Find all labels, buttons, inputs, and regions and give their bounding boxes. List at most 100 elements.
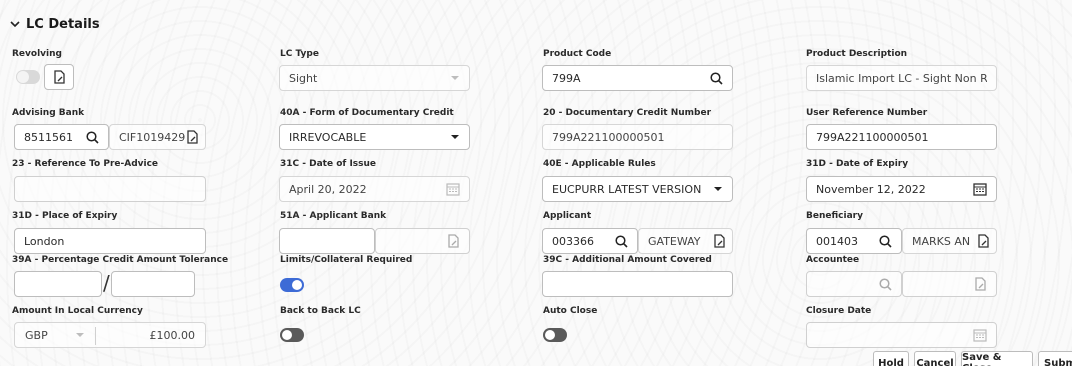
search-icon[interactable]: [86, 130, 99, 144]
product-code-value: 799A: [552, 71, 581, 85]
place-of-expiry-value: London: [24, 234, 65, 248]
auto-close-label: Auto Close: [543, 306, 598, 316]
beneficiary-code-value: 001403: [816, 234, 858, 248]
beneficiary-name: MARKS AN: [902, 228, 997, 254]
lc-type-value: Sight: [289, 71, 318, 85]
applicant-bank-label: 51A - Applicant Bank: [280, 211, 387, 221]
applicant-code-input[interactable]: 003366: [542, 228, 638, 254]
lc-type-select[interactable]: Sight: [279, 65, 470, 91]
place-of-expiry-label: 31D - Place of Expiry: [12, 211, 118, 221]
date-of-issue-label: 31C - Date of Issue: [280, 159, 377, 169]
place-of-expiry-input[interactable]: London: [14, 228, 206, 254]
amount-value: £100.00: [149, 328, 196, 342]
form-of-credit-label: 40A - Form of Documentary Credit: [280, 108, 454, 118]
search-icon[interactable]: [710, 71, 723, 85]
beneficiary-name-value: MARKS AN: [912, 234, 971, 248]
date-of-expiry-label: 31D - Date of Expiry: [806, 159, 909, 169]
advising-bank-name-value: CIF1019429: [119, 130, 186, 144]
chevron-down-icon: [713, 186, 723, 192]
amount-local-label: Amount In Local Currency: [12, 306, 143, 316]
doc-credit-number-value: 799A221100000501: [552, 130, 665, 144]
advising-bank-code-value: 8511561: [24, 130, 73, 144]
lookup-icon[interactable]: [713, 234, 726, 248]
product-description-input: Islamic Import LC - Sight Non Revolv: [806, 65, 997, 91]
accountee-name: [902, 271, 997, 297]
user-reference-input[interactable]: 799A221100000501: [806, 124, 997, 150]
product-code-label: Product Code: [543, 49, 612, 59]
date-of-issue-value: April 20, 2022: [289, 182, 367, 196]
limits-required-label: Limits/Collateral Required: [280, 255, 413, 265]
closure-date-input: [806, 322, 997, 348]
applicable-rules-label: 40E - Applicable Rules: [543, 159, 656, 169]
accountee-code-input: [806, 271, 902, 297]
date-of-expiry-input[interactable]: November 12, 2022: [806, 176, 997, 202]
user-reference-value: 799A221100000501: [816, 130, 929, 144]
section-title: LC Details: [26, 16, 100, 32]
currency-select: GBP: [15, 329, 95, 342]
search-icon[interactable]: [615, 234, 628, 248]
lookup-icon: [53, 70, 66, 84]
date-of-issue-input: April 20, 2022: [279, 176, 470, 202]
calendar-icon[interactable]: [973, 182, 987, 196]
user-reference-label: User Reference Number: [806, 108, 928, 118]
additional-amount-label: 39C - Additional Amount Covered: [543, 255, 712, 265]
doc-credit-number-input: 799A221100000501: [542, 124, 733, 150]
advising-bank-code-input[interactable]: 8511561: [14, 124, 109, 150]
calendar-icon: [446, 182, 460, 196]
revolving-lookup-button[interactable]: [44, 64, 74, 90]
applicable-rules-value: EUCPURR LATEST VERSION: [552, 182, 702, 196]
applicant-bank-input[interactable]: [279, 228, 375, 254]
form-of-credit-select[interactable]: IRREVOCABLE: [279, 124, 470, 150]
closure-date-label: Closure Date: [806, 306, 872, 316]
pct-tolerance-label: 39A - Percentage Credit Amount Tolerance: [12, 255, 229, 265]
limits-required-toggle[interactable]: [280, 278, 304, 292]
pct-tolerance-plus-input[interactable]: [14, 271, 102, 297]
lookup-icon: [974, 277, 987, 291]
section-header[interactable]: LC Details: [10, 14, 100, 34]
beneficiary-label: Beneficiary: [806, 211, 863, 221]
form-of-credit-value: IRREVOCABLE: [289, 130, 367, 144]
auto-close-toggle[interactable]: [543, 328, 567, 342]
lookup-icon[interactable]: [186, 130, 199, 144]
applicable-rules-select[interactable]: EUCPURR LATEST VERSION: [542, 176, 733, 202]
back-to-back-toggle[interactable]: [280, 328, 304, 342]
product-description-label: Product Description: [806, 49, 908, 59]
calendar-icon: [973, 328, 987, 342]
divider: [95, 327, 96, 345]
search-icon: [879, 277, 892, 291]
ref-pre-advice-label: 23 - Reference To Pre-Advice: [12, 159, 159, 169]
hold-button[interactable]: Hold: [873, 351, 909, 366]
chevron-down-icon: [450, 134, 460, 140]
doc-credit-number-label: 20 - Documentary Credit Number: [543, 108, 712, 118]
applicant-name: GATEWAY: [638, 228, 733, 254]
save-close-button[interactable]: Save & Close: [961, 351, 1033, 366]
pct-tolerance-separator: /: [103, 271, 110, 295]
lookup-icon: [447, 234, 460, 248]
product-code-input[interactable]: 799A: [542, 65, 733, 91]
cancel-button[interactable]: Cancel: [914, 351, 956, 366]
lookup-icon[interactable]: [977, 234, 990, 248]
back-to-back-label: Back to Back LC: [280, 306, 361, 316]
advising-bank-name: CIF1019429: [109, 124, 206, 150]
submit-button[interactable]: Submi: [1038, 351, 1072, 366]
beneficiary-code-input[interactable]: 001403: [806, 228, 902, 254]
chevron-down-icon: [75, 332, 85, 338]
product-description-value: Islamic Import LC - Sight Non Revolv: [816, 71, 987, 85]
lc-type-label: LC Type: [280, 49, 319, 59]
applicant-name-value: GATEWAY: [648, 234, 701, 248]
applicant-code-value: 003366: [552, 234, 594, 248]
search-icon[interactable]: [879, 234, 892, 248]
chevron-down-icon: [450, 75, 460, 81]
accountee-label: Accountee: [806, 255, 860, 265]
ref-pre-advice-input[interactable]: [14, 176, 206, 202]
applicant-label: Applicant: [543, 211, 592, 221]
additional-amount-input[interactable]: [542, 271, 733, 297]
revolving-toggle[interactable]: [16, 70, 40, 84]
advising-bank-label: Advising Bank: [12, 108, 85, 118]
chevron-down-icon: [10, 19, 20, 29]
currency-value: GBP: [25, 328, 48, 342]
revolving-label: Revolving: [12, 49, 62, 59]
date-of-expiry-value: November 12, 2022: [816, 182, 926, 196]
pct-tolerance-minus-input[interactable]: [111, 271, 195, 297]
applicant-bank-name: [375, 228, 470, 254]
